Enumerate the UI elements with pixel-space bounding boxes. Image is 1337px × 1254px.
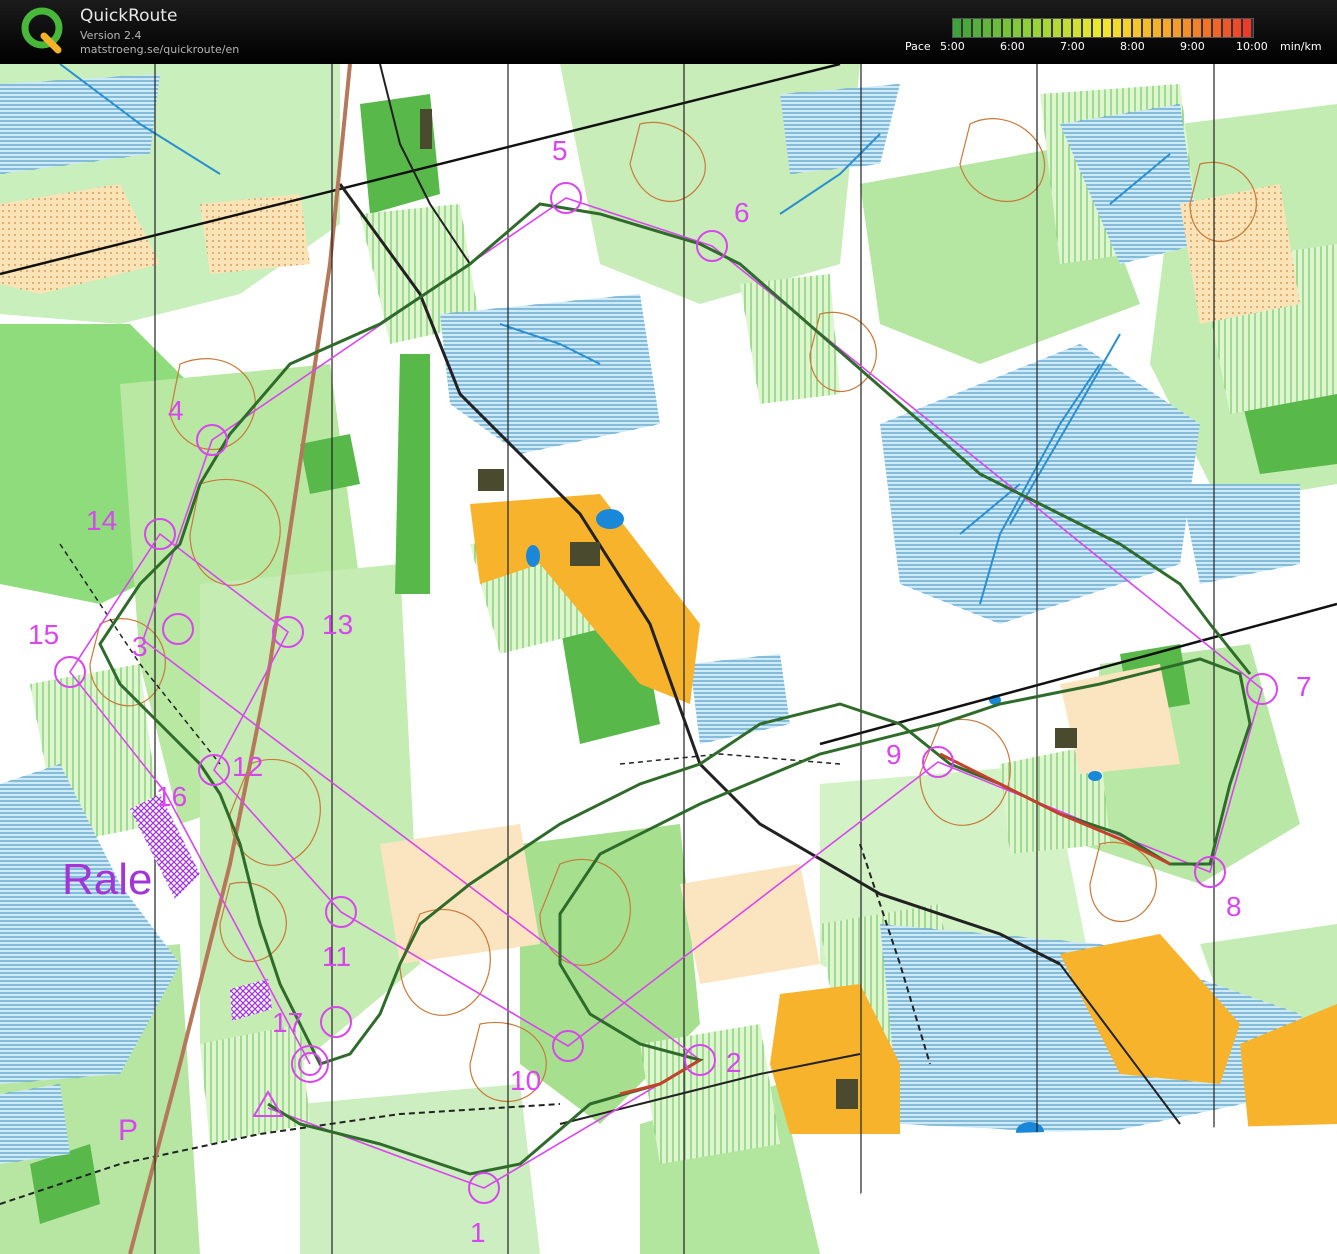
pace-color-scale	[952, 18, 1254, 38]
control-number: 9	[886, 739, 902, 770]
app-url[interactable]: matstroeng.se/quickroute/en	[80, 43, 239, 56]
control-number: 13	[322, 609, 353, 640]
unmapped-area	[820, 1124, 1337, 1254]
pace-tick: 5:00	[940, 40, 965, 53]
control-number: 15	[28, 619, 59, 650]
control-number: 2	[726, 1047, 742, 1078]
parking-label: P	[118, 1114, 138, 1147]
app-version: Version 2.4	[80, 29, 142, 42]
control-number: 4	[168, 395, 184, 426]
control-number: 8	[1226, 891, 1242, 922]
pace-tick: 9:00	[1180, 40, 1205, 53]
area-label: Rale	[62, 855, 153, 904]
control-number: 12	[232, 751, 263, 782]
pace-legend: Pace 5:00 6:00 7:00 8:00 9:00 10:00 min/…	[900, 18, 1330, 58]
control-number: 6	[734, 197, 750, 228]
pace-label: Pace	[905, 40, 931, 53]
orienteering-map[interactable]: Rale P 1 2 3 4 5 6 7 8 9 10 11 12 13 14 …	[0, 64, 1337, 1254]
control-number: 1	[470, 1217, 486, 1248]
pace-tick: 10:00	[1236, 40, 1268, 53]
pace-tick: 7:00	[1060, 40, 1085, 53]
app-header: QuickRoute Version 2.4 matstroeng.se/qui…	[0, 0, 1337, 64]
pace-tick: 8:00	[1120, 40, 1145, 53]
control-number: 3	[132, 631, 148, 662]
quickroute-logo-icon	[21, 7, 63, 54]
control-number: 16	[156, 781, 187, 812]
pace-tick: 6:00	[1000, 40, 1025, 53]
control-number: 10	[510, 1065, 541, 1096]
control-number: 14	[86, 505, 117, 536]
control-number: 17	[272, 1007, 303, 1038]
control-number: 11	[322, 941, 351, 972]
control-number: 7	[1296, 671, 1312, 702]
control-number: 5	[552, 135, 568, 166]
pace-unit: min/km	[1280, 40, 1322, 53]
app-title: QuickRoute	[80, 6, 178, 26]
